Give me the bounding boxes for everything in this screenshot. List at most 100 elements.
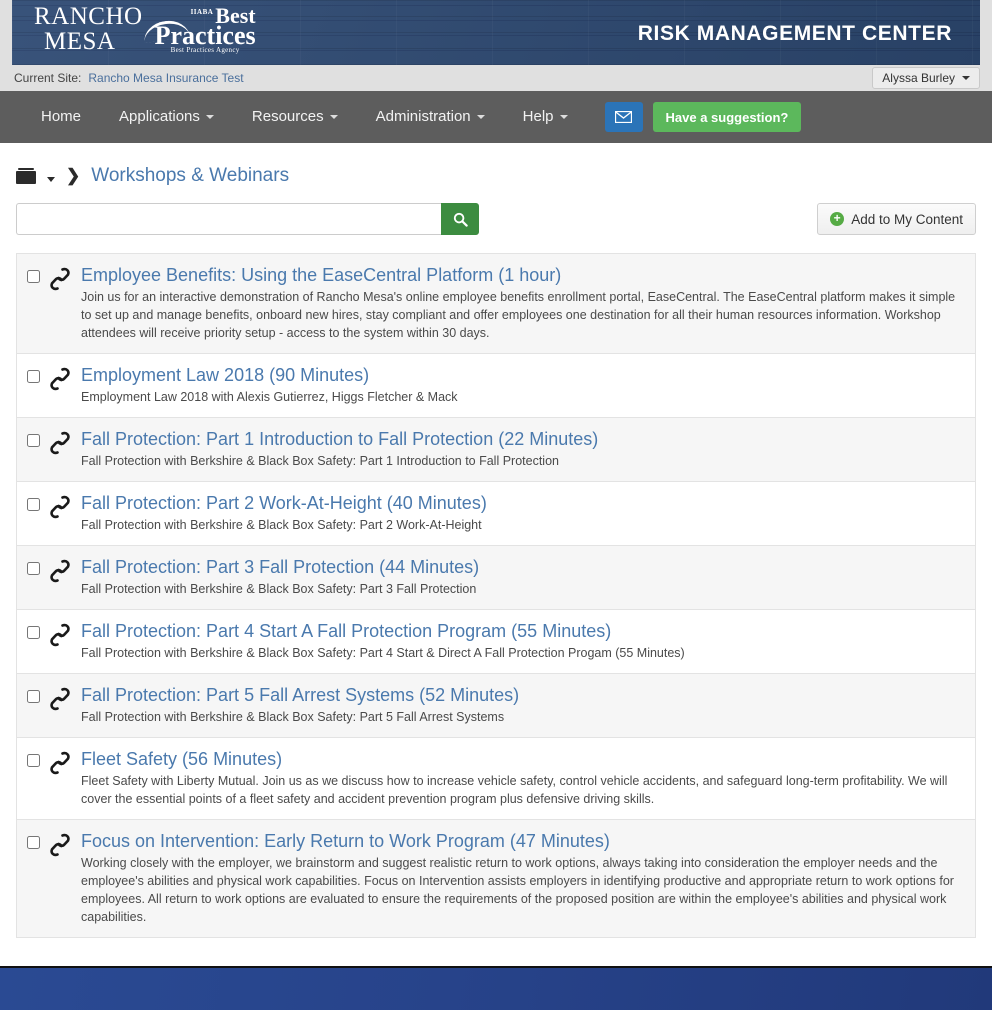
messages-button[interactable] xyxy=(604,102,643,132)
link-icon[interactable] xyxy=(48,622,72,648)
list-item-title[interactable]: Fleet Safety (56 Minutes) xyxy=(81,748,282,770)
list-item[interactable]: Fall Protection: Part 4 Start A Fall Pro… xyxy=(16,610,976,674)
list-item-body: Fall Protection: Part 3 Fall Protection … xyxy=(81,556,961,598)
list-item-description: Fleet Safety with Liberty Mutual. Join u… xyxy=(81,774,948,806)
list-item-body: Fall Protection: Part 1 Introduction to … xyxy=(81,428,961,470)
list-item-checkbox[interactable] xyxy=(27,836,40,849)
list-item[interactable]: Fall Protection: Part 5 Fall Arrest Syst… xyxy=(16,674,976,738)
user-menu-button[interactable]: Alyssa Burley xyxy=(872,67,980,89)
list-item[interactable]: Fall Protection: Part 3 Fall Protection … xyxy=(16,546,976,610)
list-toolbar: + Add to My Content xyxy=(16,203,976,253)
folder-icon[interactable] xyxy=(16,168,36,184)
list-item[interactable]: Focus on Intervention: Early Return to W… xyxy=(16,820,976,938)
nav-item-administration[interactable]: Administration xyxy=(357,91,504,143)
list-item-title[interactable]: Fall Protection: Part 4 Start A Fall Pro… xyxy=(81,620,611,642)
list-item-title[interactable]: Fall Protection: Part 2 Work-At-Height (… xyxy=(81,492,487,514)
current-site-link[interactable]: Rancho Mesa Insurance Test xyxy=(88,71,243,85)
list-item-checkbox[interactable] xyxy=(27,370,40,383)
have-a-suggestion-button[interactable]: Have a suggestion? xyxy=(652,102,802,132)
plus-circle-icon: + xyxy=(830,212,845,226)
list-item-description: Fall Protection with Berkshire & Black B… xyxy=(81,454,559,468)
list-item-description: Fall Protection with Berkshire & Black B… xyxy=(81,646,685,660)
nav-item-resources[interactable]: Resources xyxy=(233,91,357,143)
list-item-body: Fall Protection: Part 4 Start A Fall Pro… xyxy=(81,620,961,662)
folder-tab xyxy=(18,168,34,170)
list-item[interactable]: Fleet Safety (56 Minutes) Fleet Safety w… xyxy=(16,738,976,820)
list-item-checkbox[interactable] xyxy=(27,754,40,767)
list-item-checkbox[interactable] xyxy=(27,626,40,639)
chevron-down-icon xyxy=(205,115,214,119)
user-name-label: Alyssa Burley xyxy=(882,71,955,85)
link-icon[interactable] xyxy=(48,832,72,858)
chevron-down-icon[interactable] xyxy=(47,176,55,182)
list-item-title[interactable]: Employee Benefits: Using the EaseCentral… xyxy=(81,264,561,286)
list-item-description: Fall Protection with Berkshire & Black B… xyxy=(81,518,482,532)
envelope-icon xyxy=(615,111,633,123)
breadcrumb-separator-icon: ❯ xyxy=(66,166,81,185)
list-item-title[interactable]: Employment Law 2018 (90 Minutes) xyxy=(81,364,369,386)
nav-item-label: Resources xyxy=(251,108,324,125)
add-to-my-content-label: Add to My Content xyxy=(851,211,963,227)
list-item-checkbox[interactable] xyxy=(27,562,40,575)
nav-item-label: Home xyxy=(41,108,82,125)
main-navigation: Home Applications Resources Administrati… xyxy=(0,91,992,143)
list-item-title[interactable]: Fall Protection: Part 5 Fall Arrest Syst… xyxy=(81,684,519,706)
list-item-title[interactable]: Focus on Intervention: Early Return to W… xyxy=(81,830,610,852)
list-item-title[interactable]: Fall Protection: Part 1 Introduction to … xyxy=(81,428,598,450)
list-item-body: Employment Law 2018 (90 Minutes) Employm… xyxy=(81,364,961,406)
list-item[interactable]: Fall Protection: Part 2 Work-At-Height (… xyxy=(16,482,976,546)
workshops-list: Employee Benefits: Using the EaseCentral… xyxy=(16,253,976,938)
page-footer xyxy=(0,966,992,1010)
list-item-description: Working closely with the employer, we br… xyxy=(81,856,954,924)
current-site-label: Current Site: xyxy=(14,71,82,85)
link-icon[interactable] xyxy=(48,266,72,292)
search-input[interactable] xyxy=(16,203,441,235)
list-item-body: Fall Protection: Part 5 Fall Arrest Syst… xyxy=(81,684,961,726)
search-icon xyxy=(453,212,468,227)
search-button[interactable] xyxy=(441,203,479,235)
search-form xyxy=(16,203,479,235)
list-item-body: Fleet Safety (56 Minutes) Fleet Safety w… xyxy=(81,748,961,808)
current-site-bar: Current Site: Rancho Mesa Insurance Test… xyxy=(0,65,992,91)
add-to-my-content-button[interactable]: + Add to My Content xyxy=(817,203,976,235)
link-icon[interactable] xyxy=(48,558,72,584)
rancho-mesa-wordmark: RANCHO MESA xyxy=(34,4,143,54)
link-icon[interactable] xyxy=(48,494,72,520)
list-item-title[interactable]: Fall Protection: Part 3 Fall Protection … xyxy=(81,556,479,578)
chevron-down-icon xyxy=(559,115,568,119)
masthead-banner-image: RANCHO MESA IIABABest Practices Best Pra… xyxy=(12,0,980,65)
nav-item-help[interactable]: Help xyxy=(504,91,587,143)
best-practices-logo: IIABABest Practices Best Practices Agenc… xyxy=(141,4,256,54)
page-title: RISK MANAGEMENT CENTER xyxy=(637,22,952,45)
nav-item-home[interactable]: Home xyxy=(22,91,100,143)
masthead: RANCHO MESA IIABABest Practices Best Pra… xyxy=(0,0,992,65)
folder-body xyxy=(16,171,36,184)
list-item[interactable]: Employment Law 2018 (90 Minutes) Employm… xyxy=(16,354,976,418)
rancho-mesa-logo[interactable]: RANCHO MESA IIABABest Practices Best Pra… xyxy=(34,4,256,54)
link-icon[interactable] xyxy=(48,430,72,456)
chevron-down-icon xyxy=(962,76,970,80)
list-item[interactable]: Fall Protection: Part 1 Introduction to … xyxy=(16,418,976,482)
list-item[interactable]: Employee Benefits: Using the EaseCentral… xyxy=(16,254,976,354)
list-item-checkbox[interactable] xyxy=(27,690,40,703)
brand-line-2: MESA xyxy=(44,28,116,55)
list-item-body: Employee Benefits: Using the EaseCentral… xyxy=(81,264,961,342)
list-item-description: Fall Protection with Berkshire & Black B… xyxy=(81,582,477,596)
link-icon[interactable] xyxy=(48,750,72,776)
main-content: ❯ Workshops & Webinars + Add to My Conte… xyxy=(0,143,992,938)
list-item-description: Join us for an interactive demonstration… xyxy=(81,290,956,340)
brand-line-1: RANCHO xyxy=(34,3,143,30)
chevron-down-icon xyxy=(476,115,485,119)
breadcrumb-current[interactable]: Workshops & Webinars xyxy=(91,165,289,187)
link-icon[interactable] xyxy=(48,686,72,712)
nav-item-label: Help xyxy=(522,108,554,125)
bp-iiaba-label: IIABA xyxy=(190,8,214,17)
nav-item-applications[interactable]: Applications xyxy=(100,91,233,143)
list-item-checkbox[interactable] xyxy=(27,498,40,511)
list-item-checkbox[interactable] xyxy=(27,434,40,447)
list-item-checkbox[interactable] xyxy=(27,270,40,283)
nav-item-label: Applications xyxy=(119,108,200,125)
link-icon[interactable] xyxy=(48,366,72,392)
list-item-description: Fall Protection with Berkshire & Black B… xyxy=(81,710,505,724)
list-item-body: Fall Protection: Part 2 Work-At-Height (… xyxy=(81,492,961,534)
